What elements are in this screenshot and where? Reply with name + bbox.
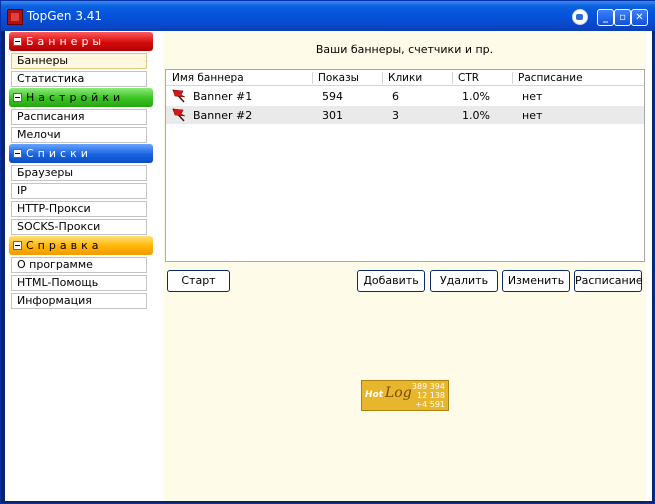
- window-title: TopGen 3.41: [27, 9, 103, 23]
- counter-brand: Hot: [365, 390, 384, 400]
- page-title: Ваши баннеры, счетчики и пр.: [315, 43, 494, 56]
- column-divider[interactable]: [382, 72, 383, 84]
- collapse-icon[interactable]: [13, 93, 22, 102]
- cell-ctr: 1.0%: [462, 109, 490, 122]
- close-button[interactable]: ✕: [631, 9, 648, 26]
- main-panel: Ваши баннеры, счетчики и пр. Имя баннера…: [163, 31, 646, 501]
- client-area: Баннеры Баннеры Статистика Настройки Рас…: [5, 31, 652, 501]
- group-label: Справка: [26, 239, 103, 252]
- sidebar: Баннеры Баннеры Статистика Настройки Рас…: [9, 31, 153, 309]
- maximize-button[interactable]: ▫: [614, 9, 631, 26]
- sidebar-item-ip[interactable]: IP: [11, 183, 147, 199]
- column-divider[interactable]: [512, 72, 513, 84]
- cell-name: Banner #2: [193, 109, 253, 122]
- globe-icon[interactable]: [572, 9, 588, 25]
- column-header-views[interactable]: Показы: [318, 72, 359, 84]
- minimize-button[interactable]: _: [597, 9, 614, 26]
- schedule-button[interactable]: Расписание: [574, 270, 643, 292]
- group-help[interactable]: Справка: [9, 236, 153, 255]
- group-label: Списки: [26, 147, 92, 160]
- flag-icon: [172, 108, 186, 122]
- sidebar-item-info[interactable]: Информация: [11, 293, 147, 309]
- sidebar-item-http-proxy[interactable]: HTTP-Прокси: [11, 201, 147, 217]
- sidebar-item-statistics[interactable]: Статистика: [11, 71, 147, 87]
- counter-line-2: 12 138: [417, 391, 445, 400]
- start-button[interactable]: Старт: [167, 270, 230, 292]
- cell-ctr: 1.0%: [462, 90, 490, 103]
- column-header-ctr[interactable]: CTR: [458, 72, 479, 84]
- column-header-clicks[interactable]: Клики: [388, 72, 422, 84]
- app-window: TopGen 3.41 _ ▫ ✕ Баннеры Баннеры Статис…: [0, 0, 655, 504]
- cell-views: 594: [322, 90, 343, 103]
- banner-table[interactable]: Имя баннера Показы Клики CTR Расписание: [165, 69, 645, 262]
- collapse-icon[interactable]: [13, 241, 22, 250]
- cell-clicks: 3: [392, 109, 399, 122]
- cell-schedule: нет: [522, 109, 543, 122]
- title-bar[interactable]: TopGen 3.41 _ ▫ ✕: [1, 1, 655, 31]
- delete-button[interactable]: Удалить: [430, 270, 498, 292]
- table-row[interactable]: Banner #1 594 6 1.0% нет: [166, 87, 644, 105]
- sidebar-item-socks-proxy[interactable]: SOCKS-Прокси: [11, 219, 147, 235]
- cell-clicks: 6: [392, 90, 399, 103]
- group-lists[interactable]: Списки: [9, 144, 153, 163]
- column-header-name[interactable]: Имя баннера: [172, 72, 244, 84]
- sidebar-item-schedules[interactable]: Расписания: [11, 109, 147, 125]
- group-settings[interactable]: Настройки: [9, 88, 153, 107]
- sidebar-item-about[interactable]: О программе: [11, 257, 147, 273]
- cell-schedule: нет: [522, 90, 543, 103]
- collapse-icon[interactable]: [13, 149, 22, 158]
- flag-icon: [172, 89, 186, 103]
- sidebar-item-misc[interactable]: Мелочи: [11, 127, 147, 143]
- app-icon[interactable]: [7, 9, 23, 25]
- cell-name: Banner #1: [193, 90, 253, 103]
- add-button[interactable]: Добавить: [357, 270, 425, 292]
- group-label: Баннеры: [26, 35, 106, 48]
- sidebar-item-browsers[interactable]: Браузеры: [11, 165, 147, 181]
- cell-views: 301: [322, 109, 343, 122]
- hotlog-counter[interactable]: Hot Log 389 394 12 138 +4 591: [361, 380, 449, 411]
- counter-line-1: 389 394: [411, 382, 445, 391]
- group-banners[interactable]: Баннеры: [9, 32, 153, 51]
- sidebar-item-banners[interactable]: Баннеры: [11, 53, 147, 69]
- column-divider[interactable]: [312, 72, 313, 84]
- column-divider[interactable]: [452, 72, 453, 84]
- counter-line-3: +4 591: [415, 400, 445, 409]
- edit-button[interactable]: Изменить: [502, 270, 570, 292]
- table-row[interactable]: Banner #2 301 3 1.0% нет: [166, 106, 644, 124]
- group-label: Настройки: [26, 91, 125, 104]
- sidebar-item-html-help[interactable]: HTML-Помощь: [11, 275, 147, 291]
- counter-brand-logo: Log: [385, 385, 412, 401]
- column-header-schedule[interactable]: Расписание: [518, 72, 583, 84]
- collapse-icon[interactable]: [13, 37, 22, 46]
- table-header: Имя баннера Показы Клики CTR Расписание: [166, 70, 644, 86]
